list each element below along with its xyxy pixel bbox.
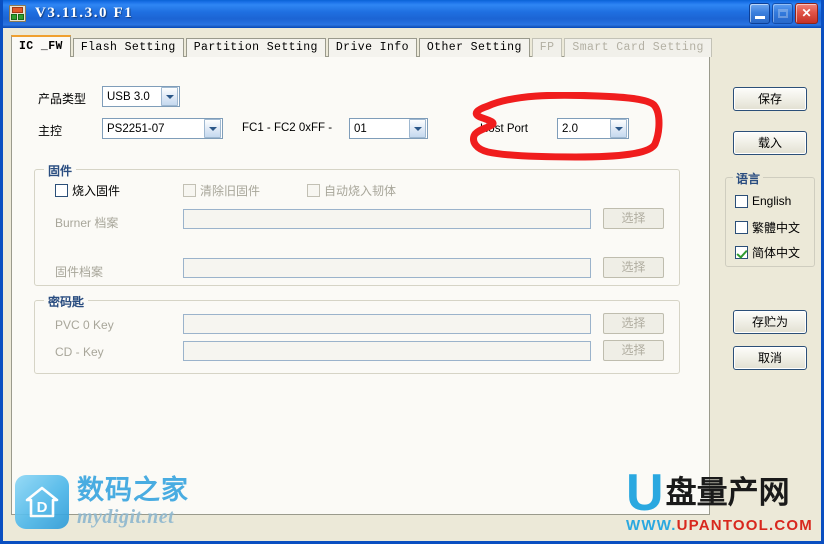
- password-group-legend: 密码匙: [44, 293, 89, 310]
- checkbox-box-icon[interactable]: [735, 194, 748, 208]
- checkbox-clear-old-firmware: 清除旧固件: [183, 182, 260, 199]
- checkbox-box-icon: [307, 184, 320, 197]
- checkbox-language-english[interactable]: English: [735, 194, 791, 208]
- tab-strip: IC _FW Flash Setting Partition Setting D…: [11, 35, 712, 57]
- tab-other-setting[interactable]: Other Setting: [418, 38, 530, 57]
- pvc0-key-input: [183, 314, 591, 334]
- watermark-left-cn: 数码之家: [77, 475, 189, 506]
- controller-value: PS2251-07: [107, 122, 165, 135]
- save-as-button[interactable]: 存贮为: [733, 310, 807, 334]
- app-icon: [9, 5, 26, 22]
- host-port-dropdown[interactable]: 2.0: [557, 118, 629, 139]
- fc-value: 01: [354, 122, 367, 135]
- chevron-down-icon[interactable]: [204, 119, 221, 138]
- fc-value-dropdown[interactable]: 01: [349, 118, 428, 139]
- firmware-group-legend: 固件: [44, 162, 77, 179]
- checkbox-auto-burn-firmware: 自动烧入韧体: [307, 182, 396, 199]
- checkbox-box-icon: [183, 184, 196, 197]
- checkbox-label: 繁體中文: [752, 221, 801, 235]
- tab-ic-fw[interactable]: IC _FW: [11, 35, 71, 57]
- firmware-file-label: 固件档案: [55, 265, 104, 279]
- load-button[interactable]: 载入: [733, 131, 807, 155]
- product-type-value: USB 3.0: [107, 90, 150, 103]
- watermark-mydigit: D 数码之家 mydigit.net: [15, 475, 189, 529]
- save-button[interactable]: 保存: [733, 87, 807, 111]
- cd-key-input: [183, 341, 591, 361]
- checkbox-box-icon[interactable]: [55, 184, 68, 197]
- title-bar: V3.11.3.0 F1 ✕: [3, 0, 821, 28]
- pvc0-key-label: PVC 0 Key: [55, 318, 114, 332]
- chevron-down-icon[interactable]: [161, 87, 178, 106]
- controller-dropdown[interactable]: PS2251-07: [102, 118, 223, 139]
- checkbox-language-traditional-chinese[interactable]: 繁體中文: [735, 219, 800, 236]
- checkbox-burn-firmware[interactable]: 烧入固件: [55, 182, 120, 199]
- tab-fp: FP: [531, 38, 563, 57]
- burner-file-browse-button: 选择: [603, 208, 664, 229]
- maximize-button[interactable]: [772, 3, 793, 24]
- fc-range-label: FC1 - FC2 0xFF -: [242, 122, 333, 134]
- language-groupbox: 语言 English 繁體中文 简体中文: [725, 170, 815, 267]
- application-window: V3.11.3.0 F1 ✕ IC _FW Flash Setting Part…: [0, 0, 824, 544]
- host-port-label: Host Port: [480, 123, 528, 135]
- svg-text:D: D: [37, 499, 48, 516]
- tab-partition-setting[interactable]: Partition Setting: [185, 38, 326, 57]
- watermark-right-cn: 盘量产网: [665, 475, 790, 511]
- password-key-groupbox: 密码匙 PVC 0 Key 选择 CD - Key 选择: [34, 293, 680, 374]
- checkbox-label: English: [752, 194, 792, 208]
- watermark-right-u: U: [626, 464, 664, 522]
- firmware-file-browse-button: 选择: [603, 257, 664, 278]
- tab-smart-card-setting: Smart Card Setting: [564, 38, 712, 57]
- pvc0-key-browse-button: 选择: [603, 313, 664, 334]
- burner-file-label: Burner 档案: [55, 216, 119, 230]
- language-group-legend: 语言: [733, 170, 764, 187]
- minimize-button[interactable]: [749, 3, 770, 24]
- controller-label: 主控: [38, 124, 63, 138]
- close-button[interactable]: ✕: [795, 3, 818, 24]
- cd-key-label: CD - Key: [55, 345, 104, 359]
- house-glyph-icon: D: [25, 486, 59, 518]
- tab-panel-ic-fw: 产品类型 USB 3.0 主控 PS2251-07 FC1 - FC2 0xFF…: [11, 56, 710, 515]
- watermark-url-www: WWW.: [626, 517, 677, 534]
- house-logo-icon: D: [15, 475, 69, 529]
- firmware-file-input: [183, 258, 591, 278]
- checkbox-label: 烧入固件: [72, 184, 121, 198]
- window-title: V3.11.3.0 F1: [35, 5, 134, 21]
- watermark-right-url: WWW.UPANTOOL.COM: [626, 517, 813, 534]
- checkbox-label: 自动烧入韧体: [324, 184, 397, 198]
- host-port-value: 2.0: [562, 122, 578, 135]
- chevron-down-icon[interactable]: [409, 119, 426, 138]
- firmware-groupbox: 固件 烧入固件 清除旧固件 自动烧入韧体 Burner 档案 选择 固件档案 选…: [34, 162, 680, 286]
- watermark-url-domain: UPANTOOL: [676, 517, 770, 534]
- cd-key-browse-button: 选择: [603, 340, 664, 361]
- side-panel: 保存 载入 语言 English 繁體中文 简体中文 存贮为 取消: [715, 56, 821, 515]
- chevron-down-icon[interactable]: [610, 119, 627, 138]
- watermark-upantool: U 盘量产网 WWW.UPANTOOL.COM: [626, 464, 813, 534]
- product-type-label: 产品类型: [38, 92, 87, 106]
- product-type-dropdown[interactable]: USB 3.0: [102, 86, 180, 107]
- tab-drive-info[interactable]: Drive Info: [327, 38, 417, 57]
- checkbox-box-icon[interactable]: [735, 246, 748, 259]
- cancel-button[interactable]: 取消: [733, 346, 807, 370]
- watermark-left-en: mydigit.net: [77, 506, 175, 528]
- window-controls: ✕: [749, 3, 818, 24]
- burner-file-input: [183, 209, 591, 229]
- watermark-url-tld: .COM: [769, 517, 813, 534]
- checkbox-label: 清除旧固件: [200, 184, 261, 198]
- tab-flash-setting[interactable]: Flash Setting: [72, 38, 184, 57]
- checkbox-language-simplified-chinese[interactable]: 简体中文: [735, 244, 800, 261]
- checkbox-label: 简体中文: [752, 246, 801, 260]
- checkbox-box-icon[interactable]: [735, 221, 748, 234]
